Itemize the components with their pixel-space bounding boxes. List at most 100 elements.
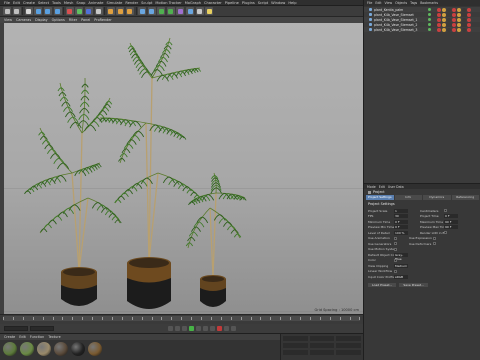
viewport-menu-options[interactable]: Options	[52, 18, 65, 22]
cube-button[interactable]	[138, 7, 147, 15]
render-view-button[interactable]	[106, 7, 115, 15]
menu-mograph[interactable]: MoGraph	[185, 0, 201, 6]
size-y-field[interactable]	[309, 343, 335, 348]
material-tag-icon[interactable]	[437, 12, 441, 17]
subdivision-button[interactable]	[157, 7, 166, 15]
menu-select[interactable]: Select	[38, 0, 49, 6]
viewport-menu-panel[interactable]: Panel	[81, 18, 90, 22]
rotation-h-field[interactable]	[336, 336, 362, 341]
rotation-p-field[interactable]	[336, 343, 362, 348]
attribute-value-field[interactable]: sRGB	[394, 274, 408, 279]
object-menu-file[interactable]: File	[367, 1, 372, 5]
material-tag-icon[interactable]	[447, 12, 451, 17]
object-menu-bookmarks[interactable]: Bookmarks	[420, 1, 438, 5]
material-tag-icon[interactable]	[452, 12, 456, 17]
menu-script[interactable]: Script	[258, 0, 268, 6]
light-button[interactable]	[205, 7, 214, 15]
next-key-button[interactable]	[203, 326, 208, 331]
material-tag-icon[interactable]	[457, 27, 461, 32]
menu-window[interactable]: Window	[271, 0, 285, 6]
material-tag-icon[interactable]	[447, 27, 451, 32]
go-to-end-button[interactable]	[210, 326, 215, 331]
play-button[interactable]	[189, 326, 194, 331]
world-coord-button[interactable]	[94, 7, 103, 15]
attribute-value-field[interactable]: 1	[394, 208, 408, 213]
size-z-field[interactable]	[309, 350, 335, 355]
tab-dynamics[interactable]: Dynamics	[423, 195, 451, 200]
floor-button[interactable]	[186, 7, 195, 15]
material-tag-icon[interactable]	[442, 27, 446, 32]
save-preset-button[interactable]: Save Preset...	[399, 282, 428, 287]
menu-file[interactable]: File	[4, 0, 10, 6]
viewport-menu-prorender[interactable]: ProRender	[94, 18, 111, 22]
visibility-dot-icon[interactable]	[428, 23, 431, 26]
material-menu-texture[interactable]: Texture	[48, 335, 60, 339]
swatch-pot[interactable]	[71, 342, 85, 356]
material-tag-icon[interactable]	[467, 7, 471, 12]
menu-edit[interactable]: Edit	[13, 0, 20, 6]
visibility-dot-icon[interactable]	[428, 28, 431, 31]
go-to-start-button[interactable]	[168, 326, 173, 331]
render-picture-viewer-button[interactable]	[116, 7, 125, 15]
swatch-gold[interactable]	[88, 342, 102, 356]
attribute-value-field[interactable]: 0 F	[394, 225, 408, 230]
menu-mesh[interactable]: Mesh	[64, 0, 73, 6]
undo-button[interactable]	[3, 7, 11, 15]
viewport[interactable]: Grid Spacing : 10000 cm	[0, 23, 363, 314]
material-tag-icon[interactable]	[467, 12, 471, 17]
viewport-menu-display[interactable]: Display	[35, 18, 48, 22]
material-tag-icon[interactable]	[457, 12, 461, 17]
visibility-dot-icon[interactable]	[428, 8, 431, 11]
swatch-leaf[interactable]	[3, 342, 17, 356]
attribute-value-field[interactable]: 0 F	[394, 219, 408, 224]
menu-motion-tracker[interactable]: Motion Tracker	[155, 0, 181, 6]
load-preset-button[interactable]: Load Preset...	[368, 282, 397, 287]
tab-referencing[interactable]: Referencing	[451, 195, 479, 200]
menu-character[interactable]: Character	[204, 0, 222, 6]
record-button[interactable]	[217, 326, 222, 331]
scale-button[interactable]	[43, 7, 52, 15]
redo-button[interactable]	[12, 7, 21, 15]
rotate-button[interactable]	[53, 7, 62, 15]
material-tag-icon[interactable]	[437, 27, 441, 32]
material-tag-icon[interactable]	[442, 22, 446, 27]
object-menu-objects[interactable]: Objects	[395, 1, 407, 5]
menu-render[interactable]: Render	[125, 0, 138, 6]
material-tag-icon[interactable]	[437, 7, 441, 12]
material-tag-icon[interactable]	[437, 17, 441, 22]
attribute-menu-mode[interactable]: Mode	[367, 185, 376, 189]
attribute-checkbox[interactable]	[394, 258, 397, 262]
previous-frame-button[interactable]	[182, 326, 187, 331]
attribute-value-field[interactable]: 100 %	[394, 230, 408, 235]
material-tag-icon[interactable]	[442, 7, 446, 12]
attribute-menu-edit[interactable]: Edit	[379, 185, 385, 189]
material-tag-icon[interactable]	[457, 17, 461, 22]
material-tag-icon[interactable]	[452, 27, 456, 32]
menu-tools[interactable]: Tools	[52, 0, 61, 6]
material-tag-icon[interactable]	[462, 22, 466, 27]
attribute-checkbox[interactable]	[394, 247, 397, 251]
material-tag-icon[interactable]	[447, 22, 451, 27]
attribute-value-field[interactable]: Medium	[394, 263, 408, 268]
live-selection-button[interactable]	[24, 7, 33, 15]
x-axis-button[interactable]	[65, 7, 74, 15]
viewport-menu-filter[interactable]: Filter	[69, 18, 77, 22]
render-settings-button[interactable]	[125, 7, 134, 15]
timeline-ruler[interactable]	[3, 316, 361, 321]
viewport-menu-view[interactable]: View	[4, 18, 12, 22]
previous-key-button[interactable]	[175, 326, 180, 331]
cloner-button[interactable]	[166, 7, 175, 15]
camera-button[interactable]	[195, 7, 204, 15]
attribute-value-field[interactable]: 90 F	[444, 219, 458, 224]
menu-pipeline[interactable]: Pipeline	[225, 0, 239, 6]
material-menu-edit[interactable]: Edit	[19, 335, 26, 339]
pen-button[interactable]	[147, 7, 156, 15]
attribute-checkbox[interactable]	[394, 236, 397, 240]
position-x-field[interactable]	[283, 336, 308, 341]
object-row[interactable]: plant_K4b_Vase_Stemset_3	[364, 27, 480, 32]
tab-info[interactable]: Info	[394, 195, 422, 200]
attribute-menu-user-data[interactable]: User Data	[388, 185, 404, 189]
swatch-leaf-2[interactable]	[20, 342, 34, 356]
object-menu-view[interactable]: View	[385, 1, 393, 5]
attribute-checkbox[interactable]	[444, 231, 447, 235]
